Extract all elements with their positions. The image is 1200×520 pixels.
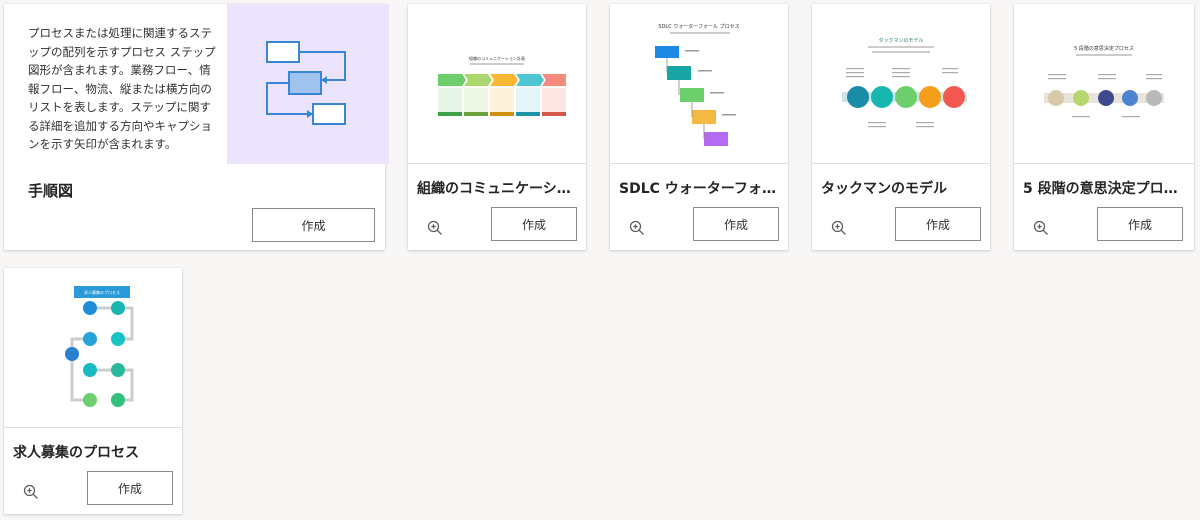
template-card-decision-process[interactable]: 5 段階の意思決定プロセス 5 段階の意思決定プロセス 作成: [1014, 4, 1194, 250]
org-communication-preview: 組織のコミュニケーション計画: [408, 4, 586, 164]
template-title: 手順図: [28, 182, 74, 200]
template-card-tuckman-model[interactable]: タックマンのモデル タックマンのモデル 作成: [812, 4, 990, 250]
recruitment-preview: 求人募集のプロセス: [4, 268, 182, 428]
thumb-heading: タックマンのモデル: [878, 37, 923, 44]
zoom-in-icon[interactable]: [426, 219, 444, 237]
decision-preview: 5 段階の意思決定プロセス: [1014, 4, 1194, 164]
create-button[interactable]: 作成: [87, 471, 173, 505]
template-card-recruitment-process[interactable]: 求人募集のプロセス 求人募集のプロセス 作成: [4, 268, 182, 514]
template-title: SDLC ウォーターフォール プロセス: [619, 181, 782, 197]
thumb-heading: SDLC ウォーターフォール プロセス: [658, 23, 739, 30]
template-card-step-diagram[interactable]: プロセスまたは処理に関連するステップの配列を示すプロセス ステップ図形が含まれま…: [4, 4, 389, 250]
template-description: プロセスまたは処理に関連するステップの配列を示すプロセス ステップ図形が含まれま…: [28, 26, 216, 151]
zoom-in-icon[interactable]: [628, 219, 646, 237]
template-title: タックマンのモデル: [821, 181, 947, 197]
create-button[interactable]: 作成: [491, 207, 577, 241]
step-diagram-preview: [227, 4, 389, 164]
zoom-in-icon[interactable]: [1032, 219, 1050, 237]
create-button[interactable]: 作成: [693, 207, 779, 241]
zoom-in-icon[interactable]: [830, 219, 848, 237]
thumb-heading: 5 段階の意思決定プロセス: [1074, 45, 1134, 52]
create-button[interactable]: 作成: [252, 208, 375, 242]
thumb-heading: 求人募集のプロセス: [84, 289, 120, 295]
template-card-org-communication[interactable]: 組織のコミュニケーション計画 組織のコミュニケーション計画 作成: [408, 4, 586, 250]
template-title: 5 段階の意思決定プロセス: [1023, 181, 1188, 197]
template-card-sdlc-waterfall[interactable]: SDLC ウォーターフォール プロセス SDLC ウォーターフォール プロセス …: [610, 4, 788, 250]
tuckman-preview: タックマンのモデル: [812, 4, 990, 164]
thumb-heading: 組織のコミュニケーション計画: [469, 55, 525, 61]
template-title: 求人募集のプロセス: [13, 445, 139, 461]
template-title: 組織のコミュニケーション計画: [417, 181, 580, 197]
sdlc-preview: SDLC ウォーターフォール プロセス: [610, 4, 788, 164]
create-button[interactable]: 作成: [1097, 207, 1183, 241]
create-button[interactable]: 作成: [895, 207, 981, 241]
zoom-in-icon[interactable]: [22, 483, 40, 501]
